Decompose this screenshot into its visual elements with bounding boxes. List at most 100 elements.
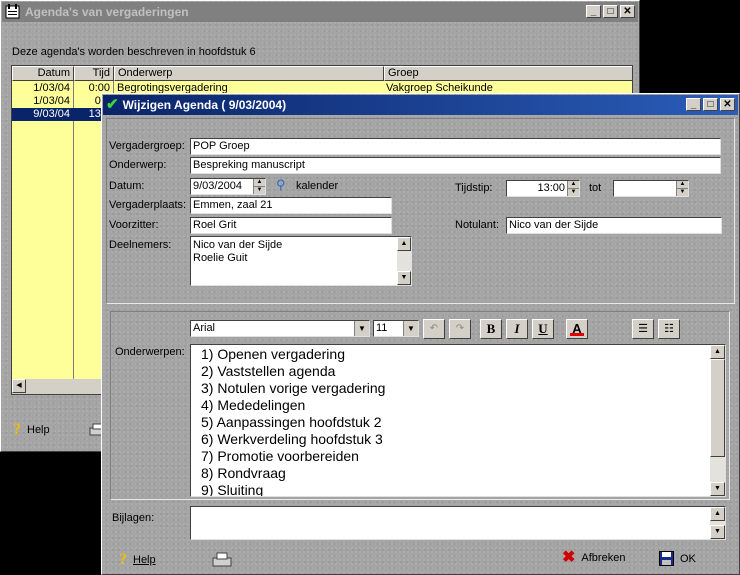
magnifier-icon[interactable]: ⚲: [276, 177, 286, 193]
cell-datum: 1/03/04: [33, 95, 70, 107]
help-icon: ?: [119, 551, 127, 568]
vergaderplaats-label: Vergaderplaats:: [109, 199, 187, 211]
tijdstip-field[interactable]: 13:00 ▲ ▼: [506, 180, 580, 197]
font-size-select[interactable]: 11 ▼: [373, 320, 419, 337]
save-icon: [659, 551, 674, 566]
onderwerpen-label: Onderwerpen:: [115, 346, 185, 358]
numbered-list-icon[interactable]: ☷: [658, 319, 680, 339]
editor-scrollbar[interactable]: ▲ ▼: [710, 345, 725, 496]
help-icon: ?: [13, 421, 21, 438]
help-label: Help: [27, 424, 50, 436]
bullet-list-icon[interactable]: ☰: [632, 319, 654, 339]
cell-datum: 9/03/04: [33, 108, 70, 120]
help-button[interactable]: ? Help: [119, 551, 156, 569]
tijdstip-value: 13:00: [537, 182, 565, 194]
deelnemer-item: Nico van der Sijde: [193, 239, 283, 251]
horizontal-scrollbar[interactable]: ◀: [12, 379, 112, 394]
printer-icon[interactable]: [212, 552, 232, 568]
vergadergroep-field[interactable]: POP Groep: [190, 138, 721, 155]
datum-label: Datum:: [109, 180, 145, 192]
formatting-toolbar: Arial ▼ 11 ▼ ↶ ↷ B I U A ☰ ☷: [190, 319, 710, 341]
agenda-items-list: 1) Openen vergadering 2) Vaststellen agen…: [201, 346, 386, 497]
onderwerp-label: Onderwerp:: [109, 159, 167, 171]
close-button[interactable]: ✕: [620, 5, 635, 18]
agenda-item: 2) Vaststellen agenda: [201, 363, 336, 379]
minimize-button[interactable]: _: [586, 5, 601, 18]
afbreken-button[interactable]: ✖ Afbreken: [562, 549, 626, 566]
info-text: Deze agenda's worden beschreven in hoofd…: [12, 46, 256, 58]
scroll-left-icon[interactable]: ◀: [12, 379, 26, 393]
scroll-thumb[interactable]: [710, 359, 725, 457]
column-header-datum[interactable]: Datum: [12, 66, 74, 81]
dialog-titlebar[interactable]: ✔ Wijzigen Agenda ( 9/03/2004) _ □ ✕: [103, 95, 738, 115]
ok-label: OK: [680, 552, 696, 565]
maximize-button[interactable]: □: [603, 5, 618, 18]
onderwerpen-editor[interactable]: 1) Openen vergadering 2) Vaststellen agen…: [190, 344, 726, 497]
scroll-down-icon[interactable]: ▼: [397, 271, 411, 285]
bijlagen-field[interactable]: ▲ ▼: [190, 506, 726, 540]
deelnemers-label: Deelnemers:: [109, 239, 172, 251]
vergaderplaats-field[interactable]: Emmen, zaal 21: [190, 197, 392, 214]
scroll-up-icon[interactable]: ▲: [710, 507, 725, 521]
underline-button[interactable]: U: [532, 319, 554, 339]
cell-datum: 1/03/04: [33, 82, 70, 94]
agenda-item: 1) Openen vergadering: [201, 346, 345, 362]
agenda-item: 4) Mededelingen: [201, 397, 306, 413]
dialog-title: Wijzigen Agenda ( 9/03/2004): [122, 98, 287, 112]
deelnemers-field[interactable]: Nico van der Sijde Roelie Guit ▲ ▼: [190, 236, 412, 286]
redo-button[interactable]: ↷: [449, 319, 471, 339]
column-header-tijd[interactable]: Tijd: [74, 66, 114, 81]
deelnemers-scrollbar[interactable]: ▲ ▼: [397, 237, 411, 285]
chevron-down-icon[interactable]: ▼: [403, 321, 418, 336]
datum-field[interactable]: 9/03/2004 ▲ ▼: [190, 178, 266, 195]
back-window-titlebar[interactable]: Agenda's van vergaderingen _ □ ✕: [2, 2, 638, 22]
undo-button[interactable]: ↶: [423, 319, 445, 339]
afbreken-label: Afbreken: [581, 552, 626, 564]
edit-agenda-dialog: ✔ Wijzigen Agenda ( 9/03/2004) _ □ ✕ Ver…: [101, 93, 740, 575]
help-label: Help: [133, 554, 156, 566]
notulant-field[interactable]: Nico van der Sijde: [506, 217, 722, 234]
font-value: Arial: [193, 322, 216, 334]
datum-value: 9/03/2004: [193, 180, 242, 192]
onderwerp-field[interactable]: Bespreking manuscript: [190, 157, 721, 174]
font-color-button[interactable]: A: [566, 319, 588, 339]
tot-spinner[interactable]: ▲ ▼: [676, 181, 688, 196]
scroll-down-icon[interactable]: ▼: [710, 525, 725, 539]
scroll-down-icon[interactable]: ▼: [710, 482, 725, 496]
ok-button[interactable]: OK: [659, 551, 696, 566]
agenda-item: 6) Werkverdeling hoofdstuk 3: [201, 431, 383, 447]
back-window-title: Agenda's van vergaderingen: [25, 5, 189, 19]
agenda-item: 3) Notulen vorige vergadering: [201, 380, 386, 396]
column-header-onderwerp[interactable]: Onderwerp: [114, 66, 384, 81]
bijlagen-scrollbar[interactable]: ▲ ▼: [710, 507, 725, 539]
agenda-item: 7) Promotie voorbereiden: [201, 448, 359, 464]
tijdstip-spinner[interactable]: ▲ ▼: [567, 181, 579, 196]
maximize-button[interactable]: □: [703, 98, 718, 111]
agenda-item: 9) Sluiting: [201, 482, 264, 497]
datum-spinner[interactable]: ▲ ▼: [253, 179, 265, 194]
agenda-item: 8) Rondvraag: [201, 465, 286, 481]
italic-button[interactable]: I: [506, 319, 528, 339]
tot-field[interactable]: ▲ ▼: [613, 180, 689, 197]
chevron-down-icon[interactable]: ▼: [354, 321, 369, 336]
minimize-button[interactable]: _: [686, 98, 701, 111]
scroll-up-icon[interactable]: ▲: [397, 237, 411, 251]
agenda-item: 5) Aanpassingen hoofdstuk 2: [201, 414, 382, 430]
voorzitter-field[interactable]: Roel Grit: [190, 217, 392, 234]
checkmark-icon: ✔: [106, 96, 119, 113]
tijdstip-label: Tijdstip:: [455, 182, 493, 194]
close-button[interactable]: ✕: [720, 98, 735, 111]
notulant-label: Notulant:: [455, 219, 500, 231]
cancel-icon: ✖: [562, 549, 576, 566]
font-select[interactable]: Arial ▼: [190, 320, 370, 337]
deelnemer-item: Roelie Guit: [193, 252, 248, 264]
bijlagen-label: Bijlagen:: [112, 512, 155, 524]
kalender-link[interactable]: kalender: [296, 180, 338, 192]
back-help-button[interactable]: ? Help: [13, 421, 50, 439]
column-header-groep[interactable]: Groep: [384, 66, 632, 81]
bold-button[interactable]: B: [480, 319, 502, 339]
vergadergroep-label: Vergadergroep:: [109, 140, 185, 152]
voorzitter-label: Voorzitter:: [109, 219, 159, 231]
app-icon: [5, 4, 20, 19]
scroll-up-icon[interactable]: ▲: [710, 345, 725, 359]
